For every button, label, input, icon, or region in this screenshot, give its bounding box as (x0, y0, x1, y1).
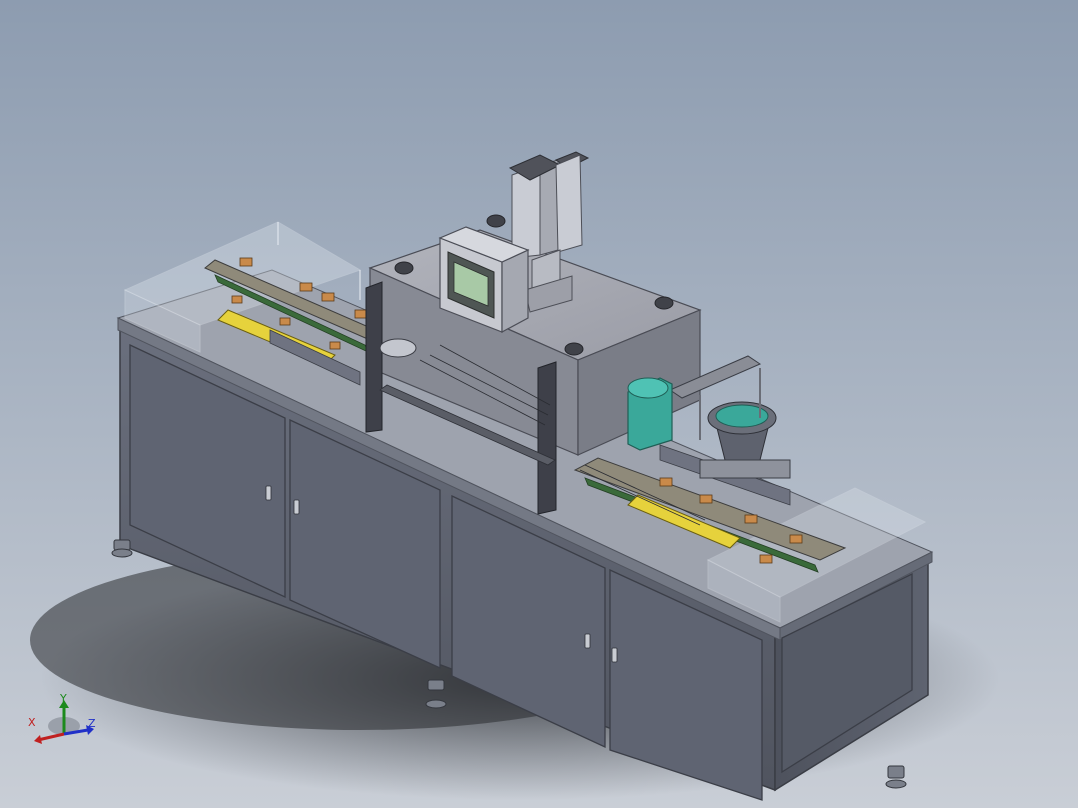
triad-y-label: Y (60, 692, 67, 705)
handle-3[interactable] (584, 633, 591, 649)
handle-4[interactable] (611, 647, 618, 663)
handle-1[interactable] (265, 485, 272, 501)
teal-motor (627, 377, 673, 451)
vibratory-bowl (699, 401, 791, 479)
triad-z-label: Z (88, 717, 96, 730)
coordinate-triad: X Y Z (28, 690, 100, 752)
triad-x-label: X (28, 716, 36, 729)
graphics-viewport[interactable]: X Y Z (0, 0, 1078, 808)
handle-2[interactable] (293, 499, 300, 515)
machine-3d-model[interactable] (0, 0, 1078, 808)
